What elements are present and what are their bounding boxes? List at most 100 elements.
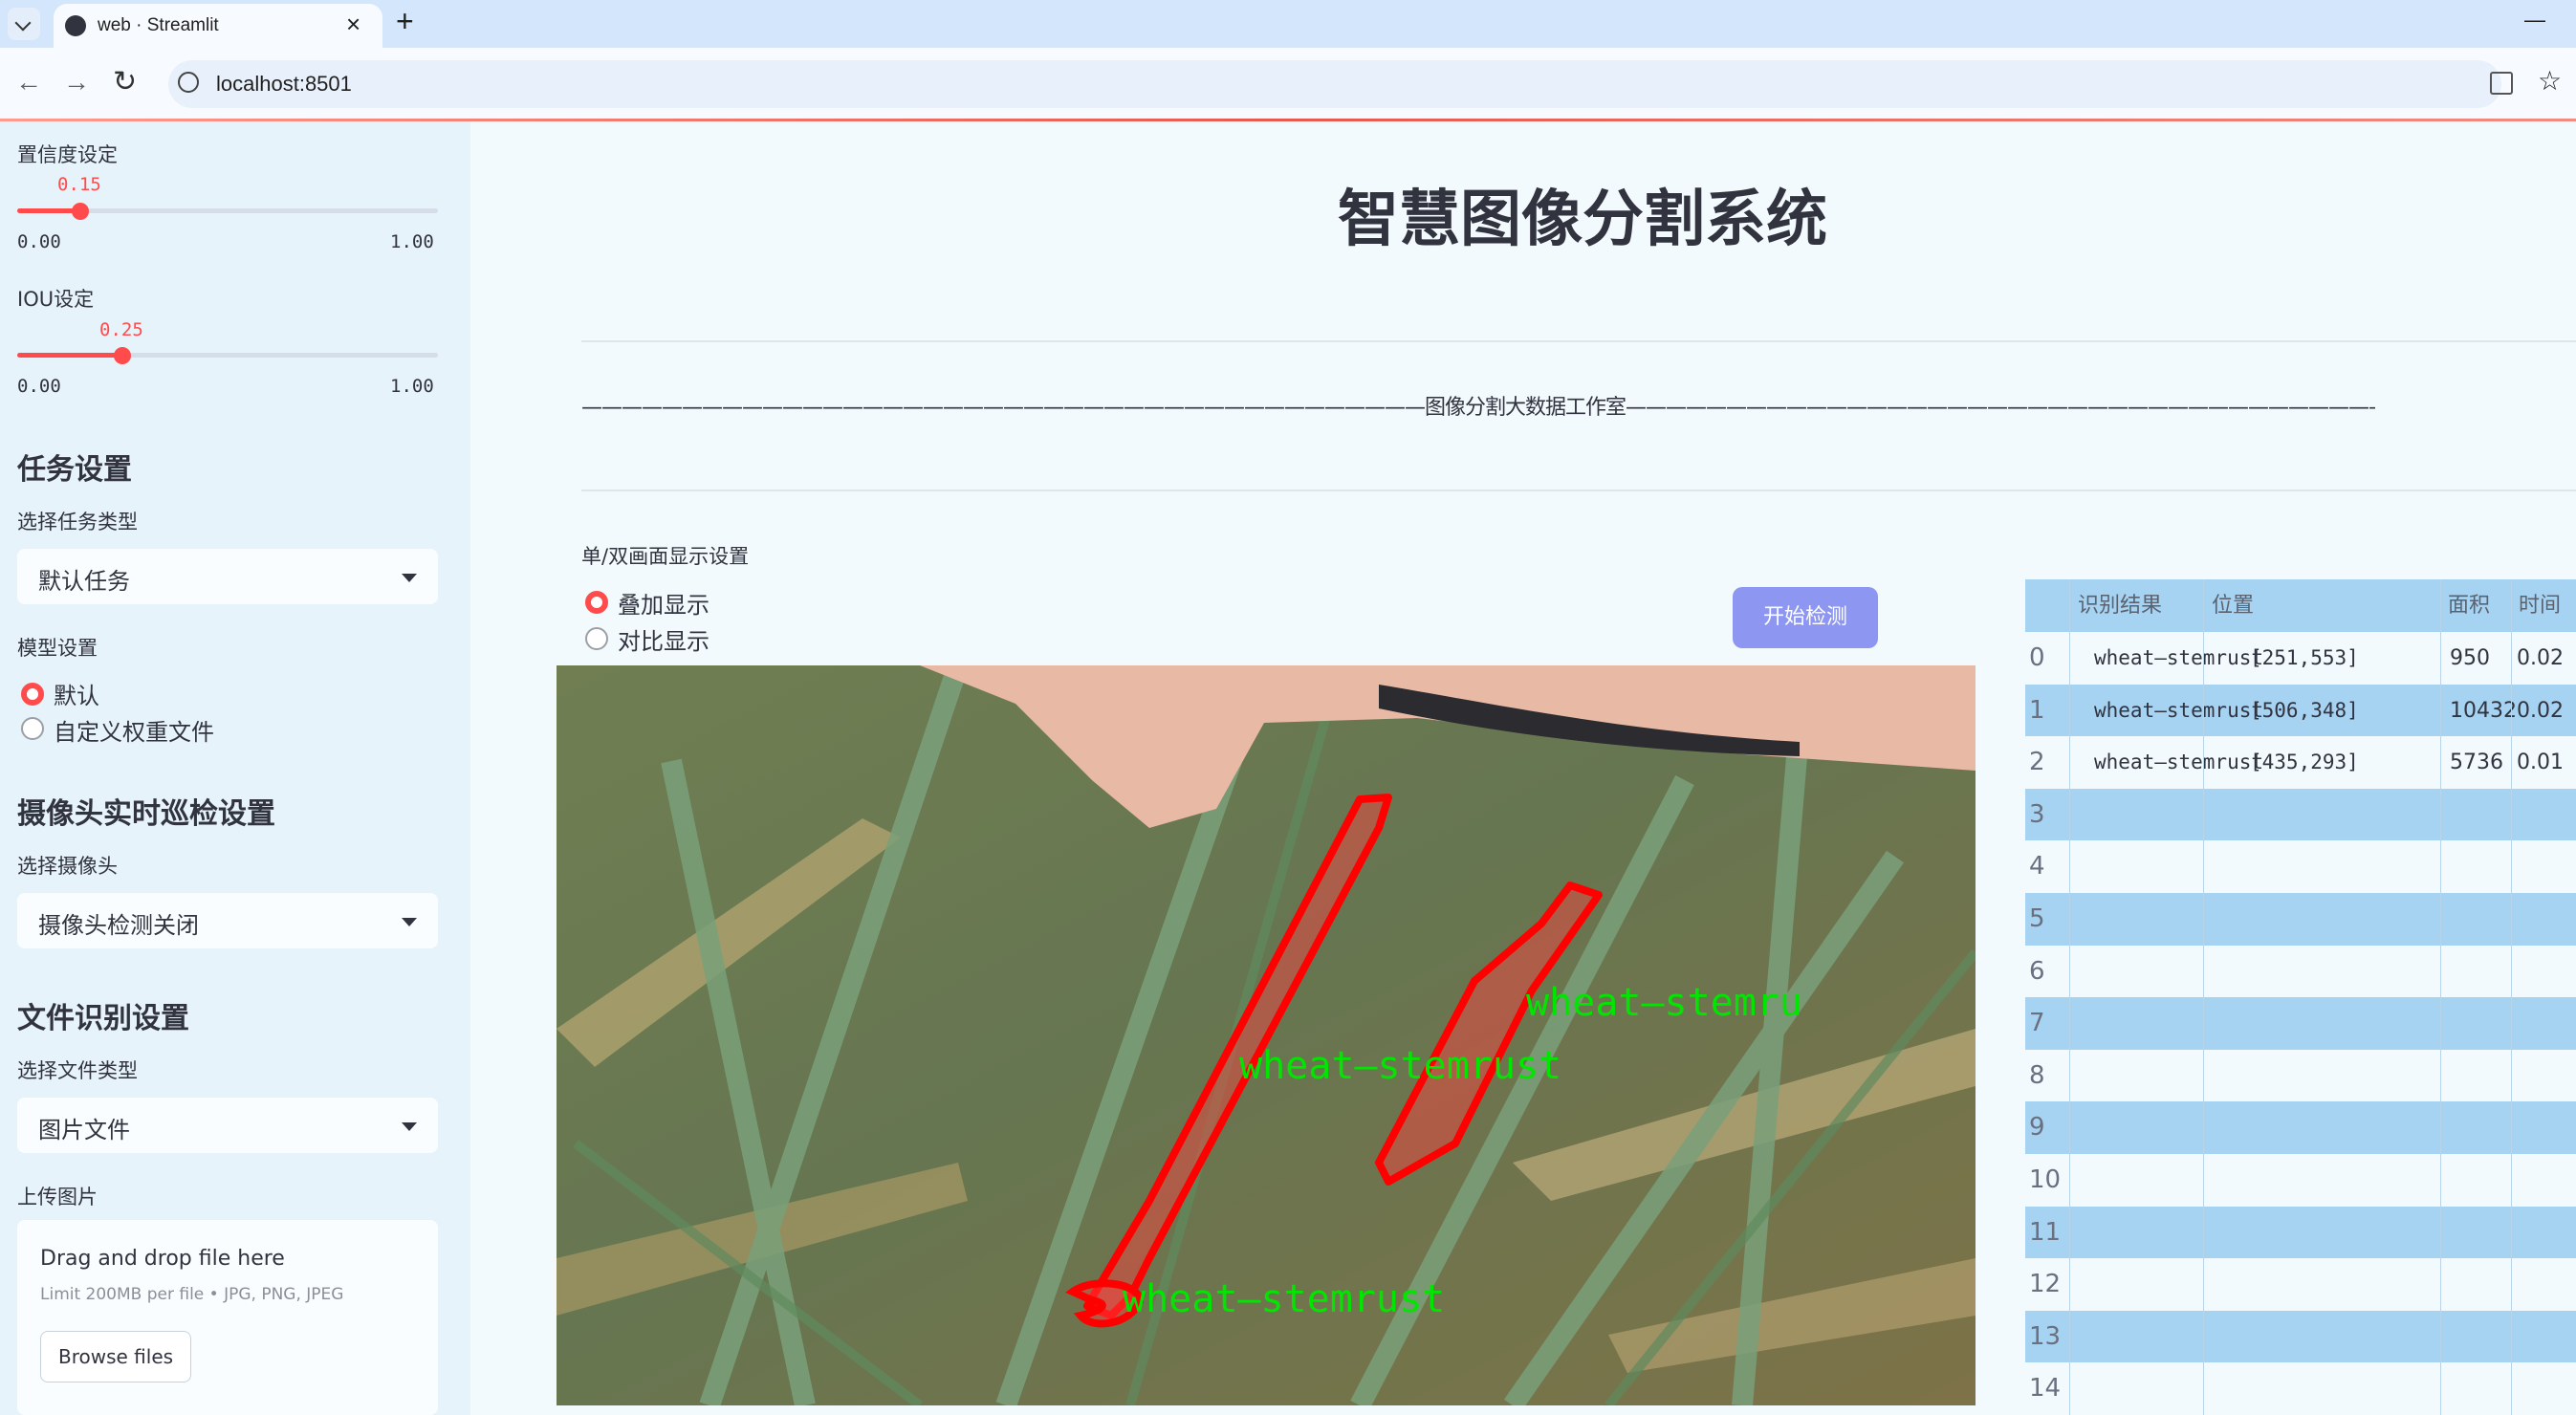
detection-label-1: wheat—stemrust <box>1123 1277 1445 1321</box>
task-settings-header: 任务设置 <box>17 453 132 487</box>
page-title: 智慧图像分割系统 <box>1338 185 1827 255</box>
cell-time: 0.02 <box>2517 698 2564 723</box>
display-radio-overlay[interactable] <box>585 591 608 614</box>
display-mode-label: 单/双画面显示设置 <box>581 545 750 568</box>
header-area: 面积 <box>2448 594 2491 618</box>
table-row[interactable]: 2 wheat—stemrust [435,293] 5736 0.01 <box>2025 736 2576 790</box>
cell-time: 0.01 <box>2517 751 2564 775</box>
display-option-overlay[interactable]: 叠加显示 <box>618 586 709 620</box>
task-type-value: 默认任务 <box>38 568 130 595</box>
table-row[interactable]: 3 <box>2025 788 2576 841</box>
bookmark-star-icon[interactable]: ☆ <box>2538 65 2562 97</box>
back-icon[interactable]: ← <box>15 67 42 98</box>
chevron-down-icon <box>402 574 417 582</box>
file-type-value: 图片文件 <box>38 1117 130 1143</box>
row-index: 6 <box>2029 956 2045 986</box>
camera-settings-header: 摄像头实时巡检设置 <box>17 797 275 831</box>
table-row[interactable]: 0 wheat—stemrust [251,553] 950 0.02 <box>2025 632 2576 685</box>
reload-icon[interactable]: ↻ <box>113 65 137 98</box>
model-radio-default[interactable] <box>21 683 44 706</box>
table-row[interactable]: 8 <box>2025 1049 2576 1102</box>
model-settings-label: 模型设置 <box>17 637 98 660</box>
table-row[interactable]: 7 <box>2025 997 2576 1051</box>
iou-min: 0.00 <box>17 376 61 397</box>
tab-close-icon[interactable]: × <box>346 10 360 39</box>
table-row[interactable]: 5 <box>2025 893 2576 946</box>
url-text: localhost:8501 <box>216 72 352 96</box>
task-type-select[interactable]: 默认任务 <box>17 549 438 604</box>
row-index: 2 <box>2029 748 2045 777</box>
table-row[interactable]: 6 <box>2025 945 2576 998</box>
iou-slider-fill <box>17 353 122 358</box>
minimize-icon[interactable]: — <box>2524 8 2545 33</box>
header-result: 识别结果 <box>2078 594 2163 618</box>
table-row[interactable]: 13 <box>2025 1310 2576 1363</box>
row-index: 12 <box>2029 1270 2062 1299</box>
new-tab-icon[interactable]: + <box>396 4 414 39</box>
task-type-label: 选择任务类型 <box>17 511 138 533</box>
model-option-default[interactable]: 默认 <box>54 677 99 710</box>
forward-icon[interactable]: → <box>63 67 90 98</box>
row-index: 1 <box>2029 695 2045 725</box>
table-row[interactable]: 10 <box>2025 1154 2576 1207</box>
chevron-down-icon <box>402 1122 417 1131</box>
row-index: 0 <box>2029 643 2045 672</box>
row-index: 7 <box>2029 1009 2045 1038</box>
table-row[interactable]: 11 <box>2025 1206 2576 1259</box>
table-row[interactable]: 1 wheat—stemrust [506,348] 10432 0.02 <box>2025 684 2576 737</box>
translate-icon[interactable] <box>2490 72 2513 95</box>
iou-slider-thumb[interactable] <box>114 347 131 364</box>
divider-top <box>581 340 2576 342</box>
file-settings-header: 文件识别设置 <box>17 1002 189 1035</box>
tab-title: web · Streamlit <box>98 15 219 35</box>
browse-files-button[interactable]: Browse files <box>40 1331 191 1382</box>
chevron-down-icon <box>14 14 32 32</box>
table-row[interactable]: 4 <box>2025 840 2576 894</box>
file-dropzone[interactable]: Drag and drop file here Limit 200MB per … <box>17 1220 438 1415</box>
row-index: 4 <box>2029 852 2045 882</box>
display-option-compare[interactable]: 对比显示 <box>618 622 709 656</box>
model-radio-custom[interactable] <box>21 717 44 740</box>
table-row[interactable]: 14 <box>2025 1362 2576 1415</box>
row-index: 10 <box>2029 1165 2062 1194</box>
row-index: 5 <box>2029 904 2045 933</box>
cell-time: 0.02 <box>2517 646 2564 670</box>
browse-files-label: Browse files <box>58 1345 174 1368</box>
dropzone-limit: Limit 200MB per file • JPG, PNG, JPEG <box>40 1285 344 1304</box>
dropzone-text: Drag and drop file here <box>40 1247 285 1271</box>
table-row[interactable]: 12 <box>2025 1258 2576 1312</box>
row-index: 11 <box>2029 1217 2062 1247</box>
camera-label: 选择摄像头 <box>17 855 118 878</box>
row-index: 8 <box>2029 1060 2045 1090</box>
cell-position: [506,348] <box>2250 698 2359 722</box>
confidence-label: 置信度设定 <box>17 143 118 166</box>
col-divider <box>2203 579 2204 1415</box>
header-time: 时间 <box>2519 594 2562 618</box>
address-bar[interactable]: localhost:8501 <box>168 60 2501 108</box>
browser-tabstrip <box>0 0 2576 48</box>
col-divider <box>2440 579 2441 1415</box>
tab-search-button[interactable] <box>8 8 40 40</box>
model-option-custom[interactable]: 自定义权重文件 <box>54 713 214 747</box>
row-index: 13 <box>2029 1321 2062 1351</box>
cell-area: 5736 <box>2450 751 2503 775</box>
chevron-down-icon <box>402 918 417 926</box>
divider-bottom <box>581 490 2576 491</box>
detection-label-3: wheat—stemru <box>1526 981 1802 1025</box>
start-detection-button[interactable]: 开始检测 <box>1733 587 1878 648</box>
camera-select[interactable]: 摄像头检测关闭 <box>17 893 438 948</box>
col-divider <box>2511 579 2512 1415</box>
row-index: 3 <box>2029 799 2045 829</box>
cell-position: [251,553] <box>2250 646 2359 669</box>
detection-label-2: wheat—stemrust <box>1239 1044 1561 1088</box>
browser-tab[interactable]: web · Streamlit × <box>54 4 382 48</box>
display-radio-compare[interactable] <box>585 627 608 650</box>
results-table[interactable]: 识别结果 位置 面积 时间 0 wheat—stemrust [251,553] 95… <box>2025 579 2576 1415</box>
site-info-icon[interactable] <box>178 72 199 93</box>
table-header: 识别结果 位置 面积 时间 <box>2025 579 2576 632</box>
iou-label: IOU设定 <box>17 288 95 311</box>
segmentation-image: wheat—stemrust wheat—stemrust wheat—stem… <box>557 665 1976 1405</box>
table-row[interactable]: 9 <box>2025 1101 2576 1155</box>
file-type-select[interactable]: 图片文件 <box>17 1098 438 1153</box>
row-index: 14 <box>2029 1374 2062 1404</box>
